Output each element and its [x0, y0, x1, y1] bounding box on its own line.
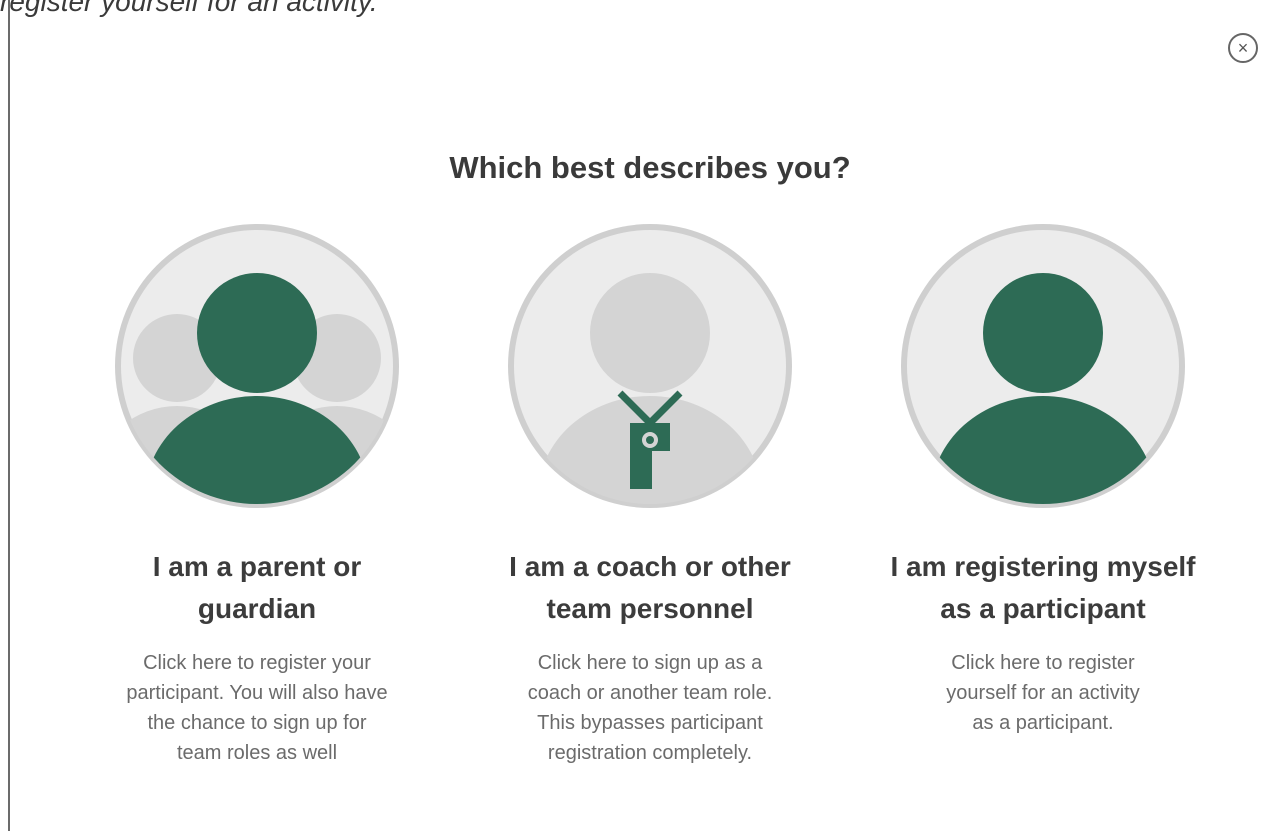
option-parent-guardian[interactable]: I am a parent or guardian Click here to …: [92, 218, 422, 768]
coach-whistle-icon: [508, 224, 792, 508]
close-icon: ×: [1237, 38, 1249, 58]
option-title: I am a parent or guardian: [152, 551, 362, 624]
close-button[interactable]: ×: [1228, 33, 1258, 63]
participant-person-icon: [901, 224, 1185, 508]
option-title: I am registering myself as a participant: [890, 551, 1196, 624]
option-title: I am a coach or other team personnel: [509, 551, 791, 624]
option-self-participant[interactable]: I am registering myself as a participant…: [878, 218, 1208, 738]
option-description: Click here to sign up as a coach or anot…: [527, 652, 773, 764]
option-description: Click here to register yourself for an a…: [946, 652, 1140, 734]
option-coach-personnel[interactable]: I am a coach or other team personnel Cli…: [485, 218, 815, 768]
parent-group-icon: [115, 224, 399, 508]
background-page-edge: [8, 0, 10, 831]
option-description: Click here to register your participant.…: [126, 652, 388, 764]
background-page-text: register yourself for an activity.: [0, 0, 378, 17]
modal-title: Which best describes you?: [449, 150, 851, 185]
